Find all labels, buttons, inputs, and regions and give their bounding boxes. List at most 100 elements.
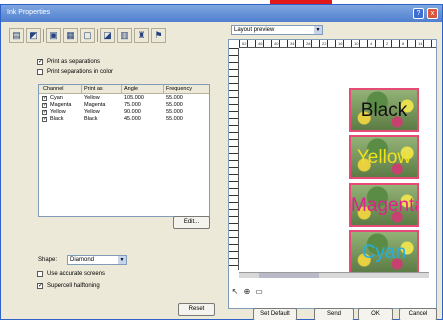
horizontal-scrollbar[interactable] xyxy=(239,272,429,278)
separation-label: Yellow xyxy=(356,147,412,168)
cell-channel: Magenta xyxy=(50,102,72,108)
ruler-number: 22 xyxy=(322,41,327,46)
table-row[interactable]: ✓ Magenta Magenta 75.000 55.000 xyxy=(39,102,209,109)
cell-channel: Yellow xyxy=(50,109,66,115)
table-row[interactable]: ✓ Cyan Yellow 105.000 55.000 xyxy=(39,95,209,102)
shape-select[interactable]: Diamond ▼ xyxy=(67,255,127,265)
table-header: Channel Print as Angle Frequency xyxy=(39,85,209,94)
row-checkbox[interactable]: ✓ xyxy=(42,103,47,108)
toolbar-divider xyxy=(43,29,44,42)
frame-icon[interactable]: ▢ xyxy=(80,28,95,43)
cell-print-as: Yellow xyxy=(84,95,100,101)
print-separations-row[interactable]: ✓ Print as separations xyxy=(37,58,100,66)
window-title: Ink Properties xyxy=(7,9,51,16)
close-button[interactable]: x xyxy=(427,8,438,19)
supercell-halftoning-label: Supercell halftoning xyxy=(47,283,100,289)
row-checkbox[interactable]: ✓ xyxy=(42,96,47,101)
print-separations-checkbox[interactable]: ✓ xyxy=(37,59,43,65)
separation-magenta: Magenta xyxy=(349,183,419,227)
preview-mode-value: Layout preview xyxy=(234,27,275,33)
vertical-ruler xyxy=(229,48,239,270)
supercell-halftoning-checkbox[interactable]: ✓ xyxy=(37,283,43,289)
column-divider xyxy=(121,85,122,94)
cell-frequency: 55.000 xyxy=(166,116,183,122)
hat-icon[interactable]: ♜ xyxy=(134,28,149,43)
supercell-halftoning-row[interactable]: ✓ Supercell halftoning xyxy=(37,282,100,290)
cell-frequency: 55.000 xyxy=(166,109,183,115)
cell-channel: Cyan xyxy=(50,95,63,101)
cell-print-as: Magenta xyxy=(84,102,106,108)
right-pane: Layout preview ▼ 52 46 40 34 28 22 16 10… xyxy=(228,25,438,313)
help-button[interactable]: ? xyxy=(413,8,424,19)
ruler-number: 2 xyxy=(386,41,389,46)
use-accurate-screens-checkbox[interactable] xyxy=(37,271,43,277)
cell-channel: Black xyxy=(50,116,64,122)
use-accurate-screens-row[interactable]: Use accurate screens xyxy=(37,270,105,278)
cell-angle: 105.000 xyxy=(124,95,144,101)
edit-button[interactable]: Edit... xyxy=(173,216,210,229)
column-divider xyxy=(81,85,82,94)
separation-yellow: Yellow xyxy=(349,135,419,179)
titlebar: Ink Properties ? x xyxy=(1,5,442,22)
stamp-icon[interactable]: ◩ xyxy=(26,28,41,43)
ruler-number: 10 xyxy=(354,41,359,46)
send-button[interactable]: Send xyxy=(314,308,354,320)
chevron-down-icon[interactable]: ▼ xyxy=(118,256,126,264)
fit-page-icon[interactable]: ▭ xyxy=(254,287,264,297)
ruler-number: 8 xyxy=(402,41,405,46)
separation-label: Black xyxy=(360,100,408,121)
preview-mode-select[interactable]: Layout preview ▼ xyxy=(231,25,323,35)
print-separations-color-row[interactable]: Print separations in color xyxy=(37,68,113,76)
shape-label: Shape: xyxy=(38,257,58,263)
pointer-icon[interactable]: ↖ xyxy=(230,287,240,297)
row-checkbox[interactable]: ✓ xyxy=(42,110,47,115)
print-separations-color-checkbox[interactable] xyxy=(37,69,43,75)
scrollbar-thumb[interactable] xyxy=(259,273,319,278)
left-pane: ▤ ◩ ▣ ▦ ▢ ◪ ▥ ♜ ⚑ ✓ Print as separations… xyxy=(5,25,224,316)
ruler-number: 28 xyxy=(306,41,311,46)
chevron-down-icon[interactable]: ▼ xyxy=(314,26,322,34)
layout-preview[interactable]: 52 46 40 34 28 22 16 10 4 2 8 14 Black Y… xyxy=(228,39,437,309)
cell-frequency: 55.000 xyxy=(166,95,183,101)
cell-frequency: 55.000 xyxy=(166,102,183,108)
separation-black: Black xyxy=(349,88,419,132)
column-header-frequency[interactable]: Frequency xyxy=(166,86,192,92)
separation-label: Magenta xyxy=(351,195,419,216)
column-header-print-as[interactable]: Print as xyxy=(84,86,103,92)
ok-button[interactable]: OK xyxy=(358,308,393,320)
reset-button[interactable]: Reset xyxy=(178,303,215,316)
ruler-number: 16 xyxy=(338,41,343,46)
cell-print-as: Yellow xyxy=(84,109,100,115)
color-bars-icon[interactable]: ▥ xyxy=(117,28,132,43)
ruler-number: 14 xyxy=(418,41,423,46)
cell-angle: 75.000 xyxy=(124,102,141,108)
print-separations-label: Print as separations xyxy=(47,59,101,65)
column-header-angle[interactable]: Angle xyxy=(124,86,138,92)
table-row[interactable]: ✓ Black Black 45.000 55.000 xyxy=(39,116,209,123)
set-default-button[interactable]: Set Default xyxy=(253,308,297,320)
cell-print-as: Black xyxy=(84,116,98,122)
ruler-number: 52 xyxy=(242,41,247,46)
ruler-number: 34 xyxy=(290,41,295,46)
row-checkbox[interactable]: ✓ xyxy=(42,117,47,122)
table-row[interactable]: ✓ Yellow Yellow 90.000 55.000 xyxy=(39,109,209,116)
cell-angle: 90.000 xyxy=(124,109,141,115)
ink-icon[interactable]: ▤ xyxy=(9,28,24,43)
separation-label: Cyan xyxy=(361,242,407,263)
print-icon[interactable]: ◪ xyxy=(100,28,115,43)
grid-icon[interactable]: ▦ xyxy=(63,28,78,43)
print-separations-color-label: Print separations in color xyxy=(47,69,114,75)
column-header-channel[interactable]: Channel xyxy=(43,86,64,92)
column-divider xyxy=(163,85,164,94)
ruler-number: 40 xyxy=(274,41,279,46)
layer-icon[interactable]: ▣ xyxy=(46,28,61,43)
use-accurate-screens-label: Use accurate screens xyxy=(47,271,106,277)
ink-properties-dialog: Ink Properties ? x ▤ ◩ ▣ ▦ ▢ ◪ ▥ ♜ ⚑ ✓ P… xyxy=(0,4,443,320)
zoom-icon[interactable]: ⊕ xyxy=(242,287,252,297)
ruler-number: 4 xyxy=(370,41,373,46)
flag-icon[interactable]: ⚑ xyxy=(151,28,166,43)
toolbar: ▤ ◩ ▣ ▦ ▢ ◪ ▥ ♜ ⚑ xyxy=(9,28,221,44)
cell-angle: 45.000 xyxy=(124,116,141,122)
ruler-number: 46 xyxy=(258,41,263,46)
cancel-button[interactable]: Cancel xyxy=(399,308,437,320)
